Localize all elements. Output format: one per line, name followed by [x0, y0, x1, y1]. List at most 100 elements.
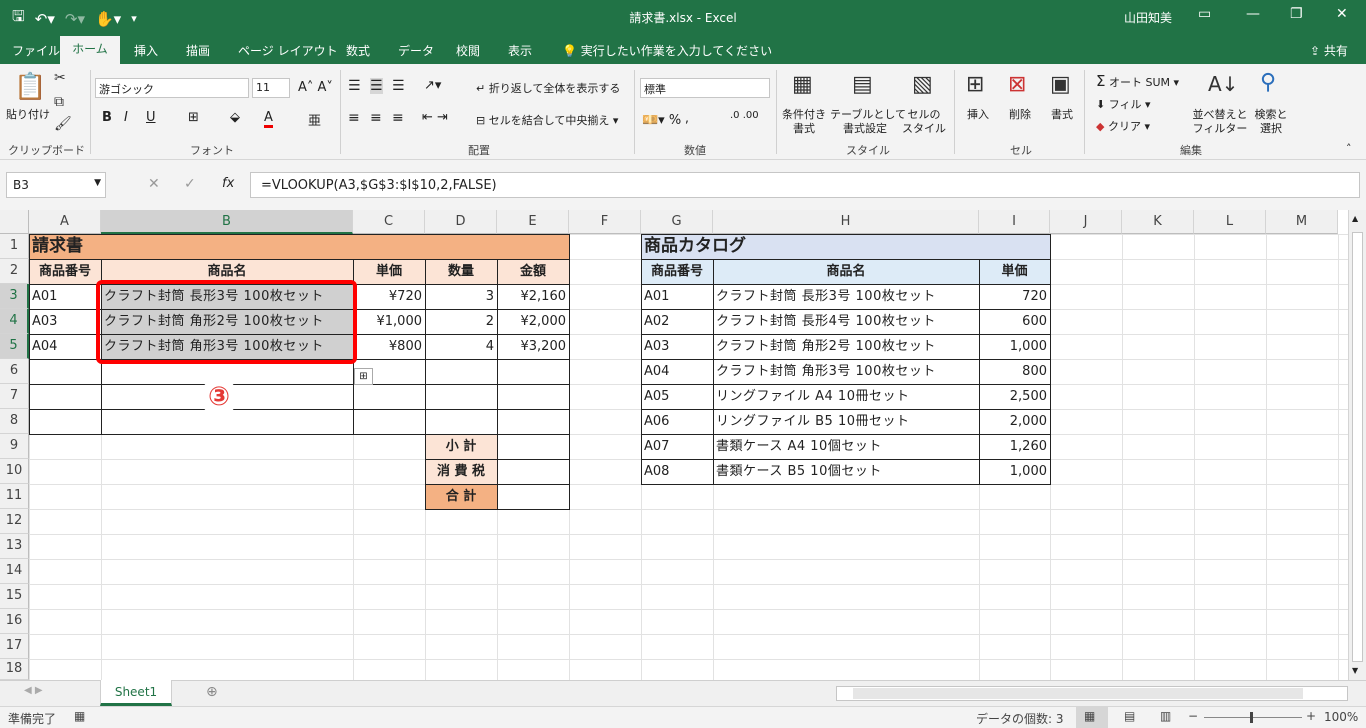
autosum-button[interactable]: Σ オート SUM ▾ [1096, 72, 1179, 90]
minimize-icon[interactable]: — [1246, 6, 1260, 22]
column-header-h[interactable]: H [713, 210, 979, 234]
zoom-level[interactable]: 100% [1324, 710, 1358, 724]
invoice-cell[interactable]: ¥2,160 [497, 284, 569, 309]
indent-icon[interactable]: ⇤ ⇥ [422, 110, 448, 125]
catalog-cell[interactable]: クラフト封筒 長形4号 100枚セット [713, 309, 979, 334]
invoice-cell[interactable]: 2 [425, 309, 497, 334]
page-layout-view-icon[interactable]: ▤ [1124, 709, 1135, 723]
sort-filter-label-2[interactable]: フィルター [1190, 120, 1250, 136]
zoom-slider[interactable] [1204, 717, 1302, 718]
tab-data[interactable]: データ [398, 42, 434, 59]
catalog-header[interactable]: 単価 [979, 259, 1050, 284]
row-header-11[interactable]: 11 [0, 484, 29, 509]
tab-view[interactable]: 表示 [508, 42, 532, 59]
copy-icon[interactable]: ⧉ [54, 94, 64, 110]
normal-view-icon[interactable]: ▦ [1084, 709, 1095, 723]
column-header-f[interactable]: F [569, 210, 641, 234]
tell-me-box[interactable]: 💡 実行したい作業を入力してください [562, 42, 772, 59]
catalog-cell[interactable]: クラフト封筒 角形2号 100枚セット [713, 334, 979, 359]
catalog-cell[interactable]: A03 [641, 334, 713, 359]
macro-record-icon[interactable]: ▦ [74, 709, 85, 723]
cell-styles-icon[interactable]: ▧ [912, 72, 933, 97]
align-right-icon[interactable]: ≡ [392, 110, 404, 126]
vertical-scrollbar[interactable]: ▲ ▼ [1348, 210, 1366, 680]
sheet-tab-sheet1[interactable]: Sheet1 [100, 680, 172, 706]
column-header-i[interactable]: I [979, 210, 1050, 234]
tax-label[interactable]: 消 費 税 [425, 459, 497, 484]
catalog-cell[interactable]: 2,500 [979, 384, 1050, 409]
format-cells-button[interactable]: 書式 [1051, 106, 1073, 122]
insert-cells-icon[interactable]: ⊞ [966, 72, 984, 97]
column-header-e[interactable]: E [497, 210, 569, 234]
catalog-cell[interactable]: 書類ケース A4 10個セット [713, 434, 979, 459]
catalog-title[interactable]: 商品カタログ [641, 234, 746, 259]
column-header-m[interactable]: M [1266, 210, 1338, 234]
share-button[interactable]: ⇪ 共有 [1310, 42, 1348, 59]
chevron-down-icon[interactable]: ▼ [94, 178, 101, 188]
font-size-box[interactable]: 11 [252, 78, 290, 98]
add-sheet-icon[interactable]: ⊕ [206, 684, 218, 700]
invoice-cell[interactable]: A01 [29, 284, 101, 309]
column-header-d[interactable]: D [425, 210, 497, 234]
font-color-icon[interactable]: A [264, 110, 273, 128]
scroll-down-icon[interactable]: ▼ [1352, 666, 1358, 675]
font-grow-icon[interactable]: A˄ A˅ [298, 80, 333, 95]
row-header-4[interactable]: 4 [0, 309, 29, 334]
fill-color-icon[interactable]: ⬙ [230, 110, 240, 125]
merge-center-button[interactable]: ⊟ セルを結合して中央揃え ▾ [476, 112, 618, 128]
cancel-icon[interactable]: ✕ [148, 176, 160, 192]
row-header-15[interactable]: 15 [0, 584, 29, 609]
invoice-title[interactable]: 請求書 [29, 234, 101, 259]
find-select-label-2[interactable]: 選択 [1250, 120, 1292, 136]
row-header-14[interactable]: 14 [0, 559, 29, 584]
conditional-format-label-2[interactable]: 書式 [780, 120, 828, 136]
row-header-7[interactable]: 7 [0, 384, 29, 409]
zoom-in-icon[interactable]: + [1306, 709, 1316, 723]
h-scroll-thumb[interactable] [853, 688, 1303, 699]
paste-options-icon[interactable]: ⊞ [354, 368, 373, 385]
close-icon[interactable]: ✕ [1336, 6, 1348, 22]
invoice-cell[interactable]: A04 [29, 334, 101, 359]
tab-page-layout[interactable]: ページ レイアウト [238, 42, 338, 59]
invoice-cell[interactable]: ¥2,000 [497, 309, 569, 334]
format-as-table-label-2[interactable]: 書式設定 [830, 120, 900, 136]
catalog-cell[interactable]: 書類ケース B5 10個セット [713, 459, 979, 484]
user-name[interactable]: 山田知美 [1124, 9, 1172, 26]
format-as-table-icon[interactable]: ▤ [852, 72, 873, 97]
invoice-header[interactable]: 単価 [353, 259, 425, 284]
catalog-cell[interactable]: 800 [979, 359, 1050, 384]
cell-styles-label-2[interactable]: スタイル [900, 120, 948, 136]
catalog-cell[interactable]: クラフト封筒 角形3号 100枚セット [713, 359, 979, 384]
invoice-cell[interactable]: 4 [425, 334, 497, 359]
catalog-cell[interactable]: A05 [641, 384, 713, 409]
maximize-icon[interactable]: ❐ [1290, 6, 1303, 22]
invoice-cell[interactable]: ¥800 [353, 334, 425, 359]
clear-button[interactable]: ◆ クリア ▾ [1096, 118, 1150, 134]
catalog-cell[interactable]: リングファイル B5 10冊セット [713, 409, 979, 434]
phonetic-icon[interactable]: 亜 [308, 110, 321, 129]
catalog-header[interactable]: 商品名 [713, 259, 979, 284]
bold-icon[interactable]: B [102, 110, 112, 125]
row-header-2[interactable]: 2 [0, 259, 29, 284]
invoice-cell[interactable]: ¥1,000 [353, 309, 425, 334]
catalog-cell[interactable]: 1,000 [979, 334, 1050, 359]
accounting-icon[interactable]: 💴▾ % ⸴ [642, 110, 689, 128]
align-left-icon[interactable]: ≡ [348, 110, 360, 126]
name-box[interactable]: B3 ▼ [6, 172, 106, 198]
row-header-3[interactable]: 3 [0, 284, 29, 309]
column-header-j[interactable]: J [1050, 210, 1122, 234]
fill-button[interactable]: ⬇ フィル ▾ [1096, 96, 1151, 112]
format-cells-icon[interactable]: ▣ [1050, 72, 1071, 97]
insert-function-icon[interactable]: fx [222, 176, 234, 191]
catalog-cell[interactable]: A07 [641, 434, 713, 459]
font-name-box[interactable]: 游ゴシック [95, 78, 249, 98]
insert-cells-button[interactable]: 挿入 [967, 106, 989, 122]
tab-file[interactable]: ファイル [12, 42, 60, 59]
tab-draw[interactable]: 描画 [186, 42, 210, 59]
catalog-cell[interactable]: 1,000 [979, 459, 1050, 484]
catalog-cell[interactable]: クラフト封筒 長形3号 100枚セット [713, 284, 979, 309]
align-bottom-icon[interactable]: ☰ [392, 78, 405, 94]
zoom-out-icon[interactable]: − [1188, 709, 1198, 723]
conditional-format-icon[interactable]: ▦ [792, 72, 813, 97]
column-header-k[interactable]: K [1122, 210, 1194, 234]
